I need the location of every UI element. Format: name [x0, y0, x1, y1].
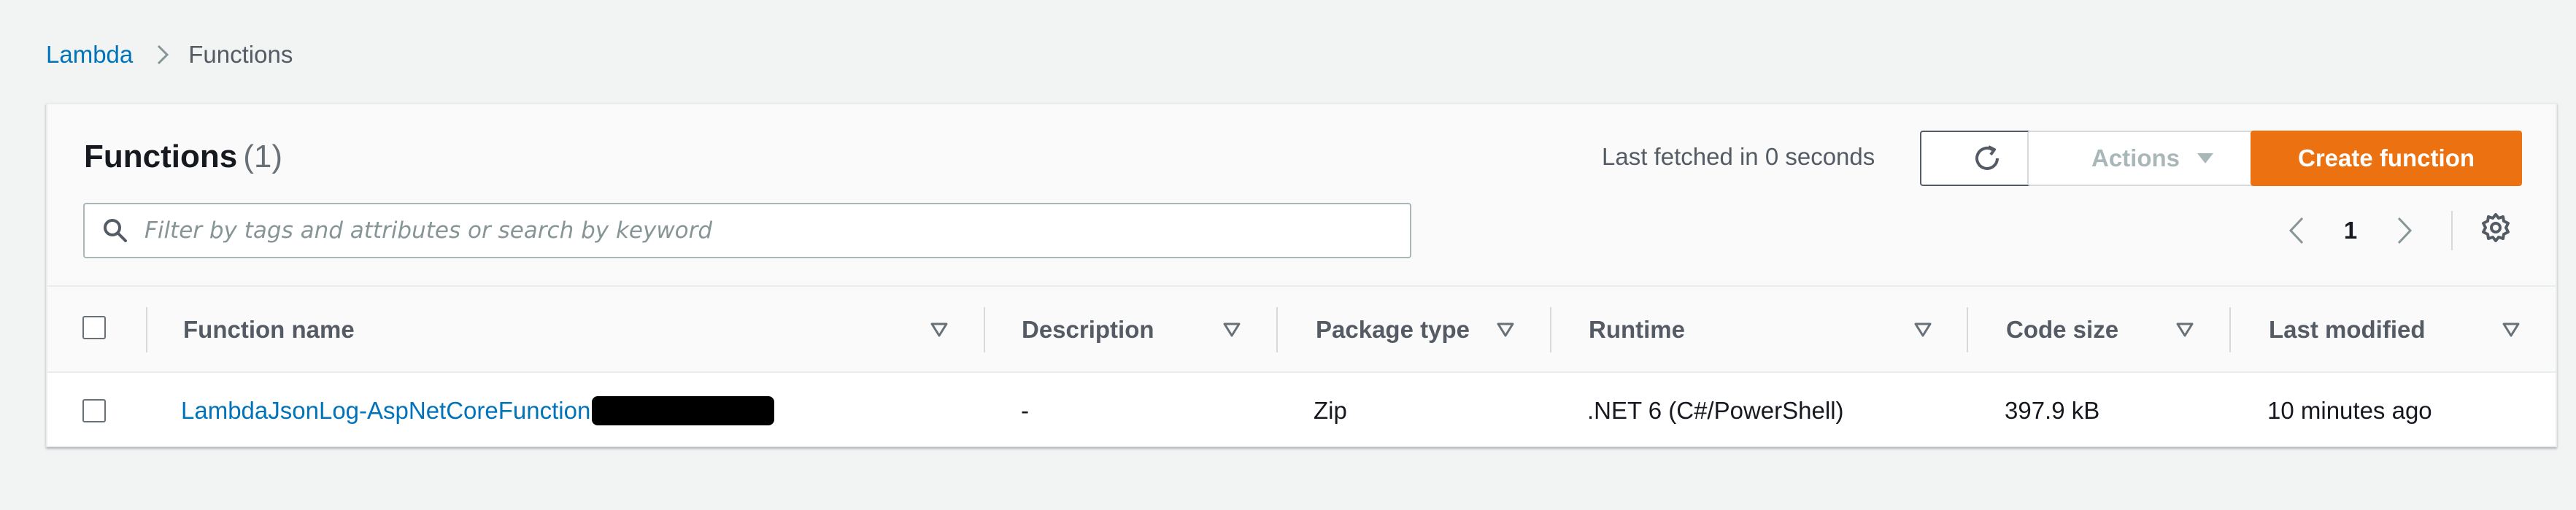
- table-header: Function name Description Package type R…: [47, 287, 2556, 373]
- runtime-cell: .NET 6 (C#/PowerShell): [1587, 397, 1844, 424]
- code-size-cell: 397.9 kB: [2005, 397, 2100, 424]
- column-divider: [146, 307, 147, 352]
- page-title: Functions (1): [84, 138, 282, 176]
- breadcrumb-lambda-link[interactable]: Lambda: [46, 40, 133, 69]
- column-header-runtime[interactable]: Runtime: [1589, 287, 1685, 373]
- sort-icon[interactable]: [1496, 322, 1515, 338]
- package-type-cell: Zip: [1314, 397, 1347, 424]
- current-page-number[interactable]: 1: [2344, 217, 2357, 244]
- caret-down-icon: [2196, 151, 2215, 166]
- column-header-last-modified[interactable]: Last modified: [2269, 287, 2426, 373]
- gear-icon[interactable]: [2480, 212, 2512, 244]
- redacted-text: [592, 396, 775, 425]
- description-cell: -: [1021, 397, 1029, 424]
- chevron-right-icon: [156, 44, 169, 66]
- sort-icon[interactable]: [1913, 322, 1932, 338]
- pagination-divider: [2451, 211, 2453, 250]
- title-text: Functions: [84, 139, 238, 174]
- search-icon: [102, 217, 128, 244]
- select-all-checkbox[interactable]: [82, 316, 106, 339]
- column-divider: [984, 307, 985, 352]
- search-input[interactable]: [144, 217, 1385, 244]
- chevron-right-icon[interactable]: [2396, 216, 2413, 245]
- sort-icon[interactable]: [2502, 322, 2521, 338]
- chevron-left-icon[interactable]: [2288, 216, 2305, 245]
- last-fetched-text: Last fetched in 0 seconds: [1602, 143, 1875, 170]
- sort-icon[interactable]: [2175, 322, 2194, 338]
- function-name-link[interactable]: LambdaJsonLog-AspNetCoreFunction: [181, 397, 590, 425]
- column-header-package-type[interactable]: Package type: [1316, 287, 1470, 373]
- breadcrumb: Lambda Functions: [46, 40, 293, 69]
- breadcrumb-current: Functions: [188, 41, 293, 68]
- column-header-code-size[interactable]: Code size: [2006, 287, 2118, 373]
- column-divider: [2229, 307, 2231, 352]
- actions-button[interactable]: Actions: [2027, 131, 2279, 186]
- last-modified-cell: 10 minutes ago: [2267, 397, 2432, 424]
- column-header-description[interactable]: Description: [1022, 287, 1154, 373]
- search-box: [83, 203, 1411, 258]
- panel-header: Functions (1) Last fetched in 0 seconds A…: [47, 104, 2556, 287]
- create-function-button[interactable]: Create function: [2251, 131, 2522, 186]
- table-row: LambdaJsonLog-AspNetCoreFunction - Zip .…: [47, 374, 2556, 447]
- column-header-function-name[interactable]: Function name: [183, 287, 355, 373]
- actions-label: Actions: [2091, 144, 2180, 171]
- refresh-icon: [1971, 142, 2003, 174]
- functions-panel: Functions (1) Last fetched in 0 seconds A…: [46, 103, 2557, 447]
- function-count: (1): [243, 139, 282, 174]
- column-divider: [1550, 307, 1551, 352]
- sort-icon[interactable]: [1222, 322, 1241, 338]
- row-checkbox[interactable]: [82, 399, 106, 422]
- pagination: 1: [2288, 214, 2413, 247]
- function-name-cell: LambdaJsonLog-AspNetCoreFunction: [181, 374, 775, 447]
- column-divider: [1276, 307, 1278, 352]
- sort-icon[interactable]: [930, 322, 949, 338]
- column-divider: [1967, 307, 1968, 352]
